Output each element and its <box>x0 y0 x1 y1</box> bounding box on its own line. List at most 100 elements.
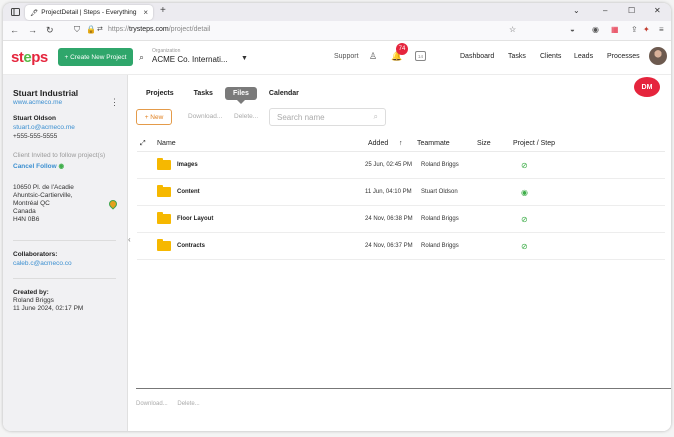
addon-icon[interactable]: ✦ <box>643 25 650 34</box>
tab-strip: 🖋 ProjectDetail | Steps - Everything × +… <box>3 3 671 21</box>
new-tab-icon[interactable]: + <box>160 5 166 16</box>
file-added: 24 Nov, 06:38 PM <box>365 216 413 222</box>
sort-arrow-icon[interactable]: ↑ <box>399 140 403 147</box>
table-row[interactable]: Content 11 Jun, 04:10 PM Stuart Oldson ◉ <box>137 179 665 206</box>
nav-tasks[interactable]: Tasks <box>508 53 526 60</box>
nav-processes[interactable]: Processes <box>607 53 640 60</box>
dm-badge[interactable]: DM <box>634 77 660 97</box>
extension-icon[interactable]: ▦ <box>611 25 619 34</box>
table-row[interactable]: Floor Layout 24 Nov, 06:38 PM Roland Bri… <box>137 206 665 233</box>
menu-icon[interactable]: ≡ <box>659 25 664 34</box>
more-options-icon[interactable]: ⋮ <box>110 97 119 108</box>
browser-navbar: ← → ↻ ⛉ 🔒 ⇄ https://trysteps.com/project… <box>3 21 671 41</box>
table-row[interactable]: Contracts 24 Nov, 06:37 PM Roland Briggs… <box>137 233 665 260</box>
tab-files[interactable]: Files <box>224 87 257 104</box>
file-name[interactable]: Contracts <box>177 243 205 249</box>
url-bar[interactable]: https://trysteps.com/project/detail <box>108 26 210 33</box>
invite-status-text: Client Invited to follow project(s) <box>13 152 106 159</box>
address-line-3: Montréal QC <box>13 200 50 207</box>
download-button[interactable]: Download... <box>188 113 222 120</box>
search-input[interactable] <box>270 109 365 125</box>
calendar-icon[interactable]: 14 <box>415 51 426 61</box>
new-file-button[interactable]: + New <box>136 109 172 125</box>
contact-phone: +555-555-5555 <box>13 133 58 140</box>
column-size[interactable]: Size <box>477 140 491 147</box>
tab-tasks[interactable]: Tasks <box>186 87 221 100</box>
address-line-5: H4N 0B6 <box>13 216 40 223</box>
file-name[interactable]: Content <box>177 189 200 195</box>
footer-download-button[interactable]: Download... <box>136 401 168 407</box>
column-name[interactable]: Name <box>157 140 176 147</box>
account-icon[interactable]: ◉ <box>592 25 599 34</box>
permissions-icon[interactable]: ⇄ <box>97 25 103 33</box>
footer-actions: Download... Delete... <box>136 401 200 407</box>
browser-tab-active[interactable]: 🖋 ProjectDetail | Steps - Everything × <box>25 5 153 20</box>
file-name[interactable]: Floor Layout <box>177 216 213 222</box>
close-window-icon[interactable]: ✕ <box>654 6 661 15</box>
eye-off-icon[interactable]: ⊘ <box>521 161 528 170</box>
address-line-2: Ahuntsic-Cartierville, <box>13 192 73 199</box>
maximize-icon[interactable]: ☐ <box>628 6 635 15</box>
share-icon[interactable]: ⇪ <box>631 25 638 34</box>
folder-icon <box>157 239 171 251</box>
sort-toggle-icon[interactable]: ⤢ <box>140 140 146 148</box>
sidebar-divider <box>13 278 116 279</box>
file-teammate: Stuart Oldson <box>421 189 458 195</box>
notification-badge[interactable]: 74 <box>396 43 408 55</box>
shield-icon[interactable]: ⛉ <box>74 25 80 35</box>
calendar-day: 14 <box>417 53 423 59</box>
search-icon[interactable]: ⌕ <box>374 112 378 122</box>
footer-delete-button[interactable]: Delete... <box>177 401 199 407</box>
tab-calendar[interactable]: Calendar <box>261 87 307 100</box>
created-by-label: Created by: <box>13 289 49 296</box>
delete-button[interactable]: Delete... <box>234 113 258 120</box>
cancel-follow-link[interactable]: Cancel Follow ◉ <box>13 162 64 170</box>
minimize-icon[interactable]: – <box>603 6 607 15</box>
map-pin-icon[interactable] <box>107 198 119 210</box>
project-tabs: Projects Tasks Files Calendar <box>138 87 307 104</box>
org-name[interactable]: ACME Co. Internati... <box>152 55 228 64</box>
collaborator-email-link[interactable]: caleb.c@acmeco.co <box>13 260 72 267</box>
bookmark-star-icon[interactable]: ☆ <box>509 25 516 34</box>
org-chevron-down-icon[interactable]: ▼ <box>241 55 248 62</box>
address-line-4: Canada <box>13 208 36 215</box>
search-icon[interactable]: ⌕ <box>139 52 144 63</box>
column-project-step[interactable]: Project / Step <box>513 140 555 147</box>
url-host: trysteps.com <box>129 26 169 33</box>
cancel-follow-label: Cancel Follow <box>13 163 57 170</box>
content-divider <box>136 388 671 389</box>
files-table-header: ⤢ Name Added ↑ Teammate Size Project / S… <box>137 138 665 152</box>
nav-dashboard[interactable]: Dashboard <box>460 53 494 60</box>
eye-off-icon[interactable]: ⊘ <box>521 215 528 224</box>
sidebar-toggle-icon[interactable] <box>8 6 22 18</box>
eye-icon[interactable]: ◉ <box>521 188 528 197</box>
nav-leads[interactable]: Leads <box>574 53 593 60</box>
file-added: 11 Jun, 04:10 PM <box>365 189 412 195</box>
sidebar-divider <box>13 240 116 241</box>
column-added[interactable]: Added <box>368 140 388 147</box>
table-row[interactable]: Images 25 Jun, 02:45 PM Roland Briggs ⊘ <box>137 152 665 179</box>
project-sidebar: Stuart Industrial www.acmeco.me ⋮ Stuart… <box>3 75 128 431</box>
tab-close-icon[interactable]: × <box>143 8 148 17</box>
tab-projects[interactable]: Projects <box>138 87 182 100</box>
collaborators-label: Collaborators: <box>13 251 58 258</box>
forward-icon[interactable]: → <box>28 25 37 35</box>
tab-list-chevron-icon[interactable]: ⌄ <box>573 6 580 15</box>
user-avatar[interactable] <box>649 47 667 65</box>
eye-off-icon[interactable]: ⊘ <box>521 242 528 251</box>
column-teammate[interactable]: Teammate <box>417 140 450 147</box>
reload-icon[interactable]: ↻ <box>46 25 54 36</box>
back-icon[interactable]: ← <box>10 25 19 35</box>
create-new-project-button[interactable]: + Create New Project <box>58 48 133 66</box>
contact-email-link[interactable]: stuart.o@acmeco.me <box>13 124 75 131</box>
app-header: steps + Create New Project ⌕ Organizatio… <box>3 41 671 75</box>
file-added: 25 Jun, 02:45 PM <box>365 162 413 168</box>
file-name[interactable]: Images <box>177 162 198 168</box>
search-box: ⌕ <box>269 108 386 126</box>
client-website-link[interactable]: www.acmeco.me <box>13 99 62 106</box>
support-link[interactable]: Support <box>334 53 359 60</box>
steps-logo[interactable]: steps <box>11 49 48 66</box>
nav-clients[interactable]: Clients <box>540 53 561 60</box>
user-icon[interactable]: ♙ <box>369 51 377 62</box>
pocket-icon[interactable]: ◒ <box>570 25 575 34</box>
